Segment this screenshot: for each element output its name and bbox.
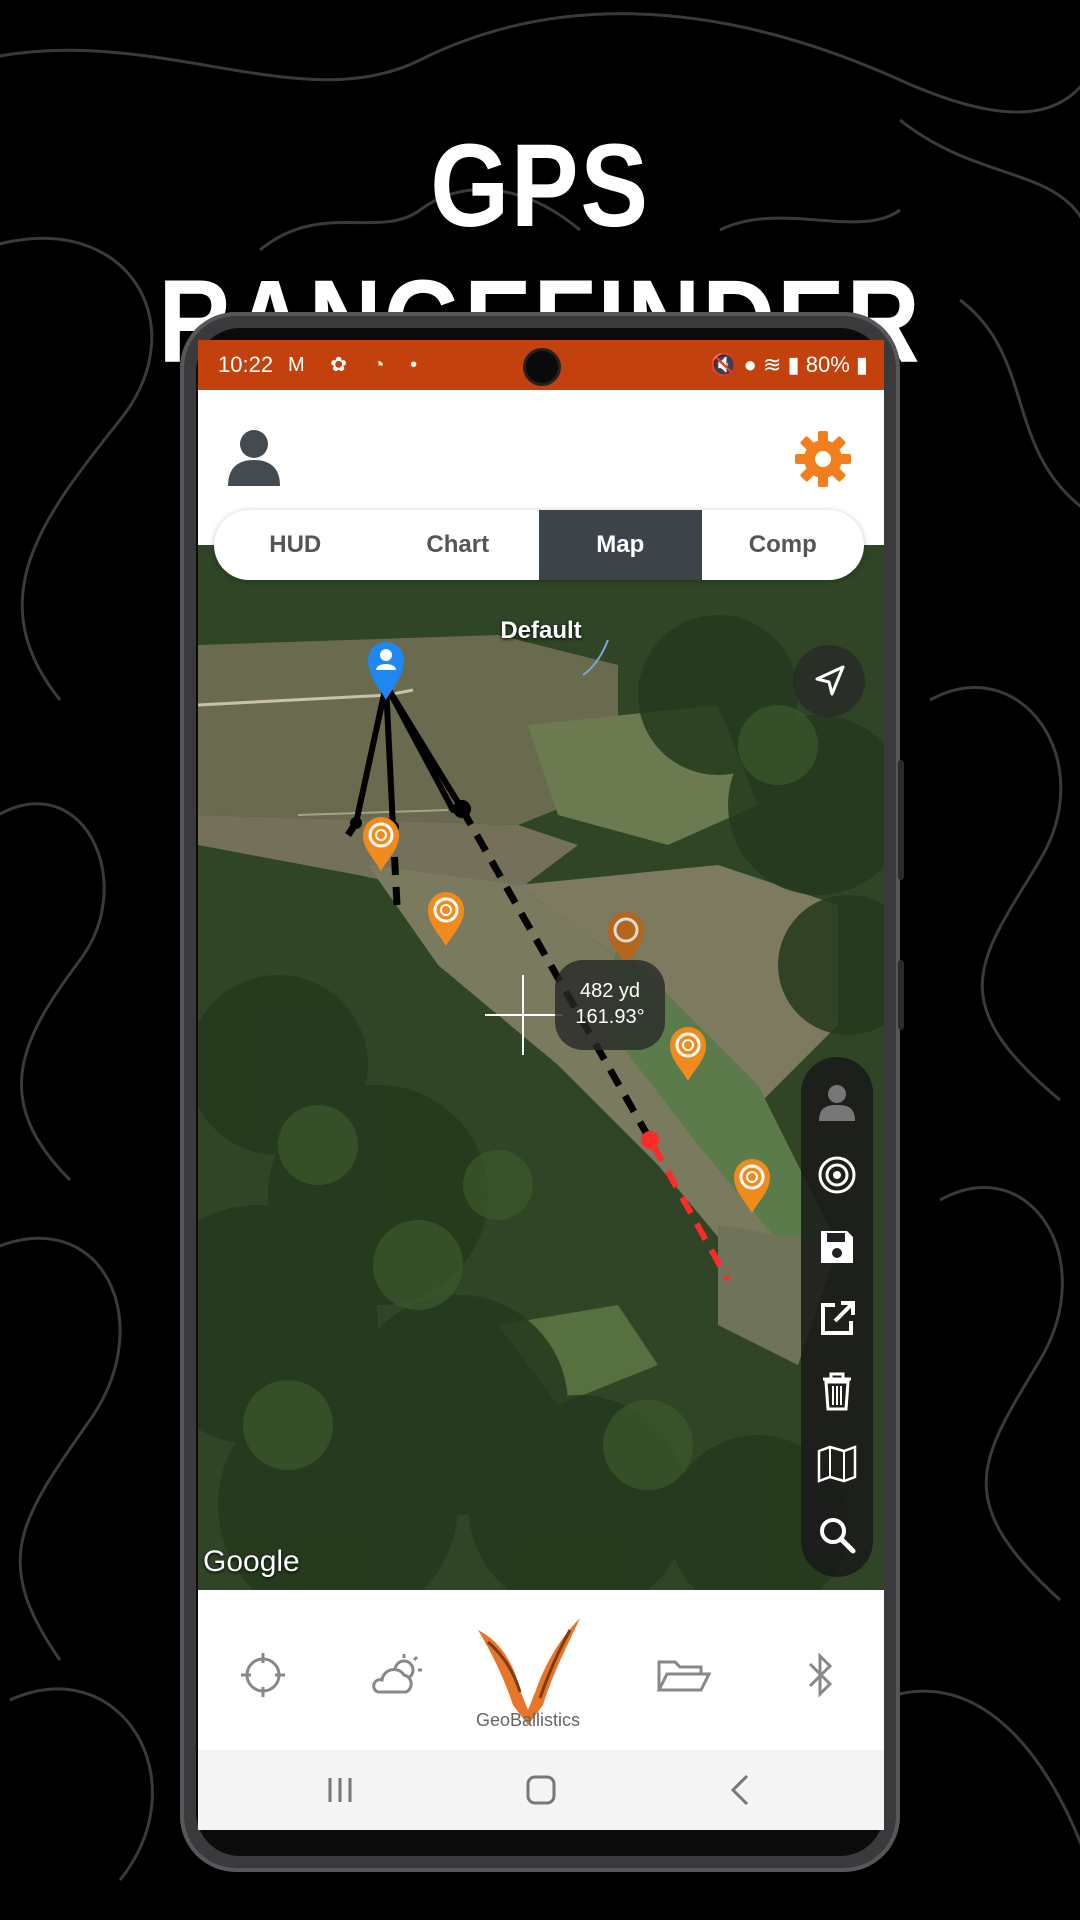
battery-icon: ▮ [855, 352, 868, 377]
tab-chart[interactable]: Chart [377, 510, 540, 580]
map-toolbar [801, 1057, 873, 1577]
map-layer-label: Default [500, 617, 582, 644]
save-icon[interactable] [815, 1225, 859, 1269]
status-bar: 10:22 M ✿ ◔ • 🔇 ● ≋ ▮ 80% ▮ [198, 340, 884, 390]
folder-icon[interactable] [653, 1650, 713, 1700]
status-time: 10:22 [218, 352, 274, 377]
battery-level: 80% [805, 352, 850, 377]
phone-side-button [898, 760, 904, 880]
share-icon[interactable] [815, 1297, 859, 1341]
person-icon[interactable] [815, 1081, 859, 1125]
brand-name: GeoBallistics [475, 1710, 581, 1730]
map-icon[interactable] [815, 1441, 859, 1485]
bearing-value: 161.93° [575, 1006, 645, 1028]
tab-map[interactable]: Map [539, 510, 702, 580]
settings-gear-icon[interactable] [794, 430, 852, 488]
bluetooth-icon[interactable] [790, 1650, 850, 1700]
recent-apps-icon[interactable] [320, 1770, 360, 1810]
navigation-arrow-icon [815, 665, 845, 696]
front-camera [523, 348, 561, 386]
system-navigation [198, 1750, 884, 1830]
phone-screen: 10:22 M ✿ ◔ • 🔇 ● ≋ ▮ 80% ▮ HUD Chart Ma… [198, 340, 884, 1830]
distance-value: 482 yd [579, 980, 641, 1002]
search-icon[interactable] [815, 1513, 859, 1557]
google-attribution: Google [203, 1545, 300, 1578]
tab-comp[interactable]: Comp [702, 510, 865, 580]
signal-icons: 🔇 ● ≋ ▮ [710, 352, 806, 377]
weather-icon[interactable] [368, 1650, 428, 1700]
profile-icon[interactable] [226, 428, 282, 488]
trash-icon[interactable] [815, 1369, 859, 1413]
app-header [198, 390, 884, 510]
home-icon[interactable] [521, 1770, 561, 1810]
bottom-navigation: GeoBallistics [198, 1590, 884, 1750]
notification-icons: M ✿ ◔ • [288, 354, 428, 376]
tab-bar: HUD Chart Map Comp [214, 510, 864, 580]
target-icon[interactable] [815, 1153, 859, 1197]
satellite-map[interactable]: Default 482 yd 161.93° Google [198, 545, 884, 1590]
distance-readout: 482 yd 161.93° [555, 960, 665, 1050]
my-location-button[interactable] [793, 645, 865, 717]
status-right: 🔇 ● ≋ ▮ 80% ▮ [710, 352, 868, 378]
tab-hud[interactable]: HUD [214, 510, 377, 580]
map-canvas [198, 545, 884, 1590]
back-icon[interactable] [721, 1770, 761, 1810]
crosshair-icon[interactable] [233, 1650, 293, 1700]
phone-power-button [898, 960, 904, 1030]
